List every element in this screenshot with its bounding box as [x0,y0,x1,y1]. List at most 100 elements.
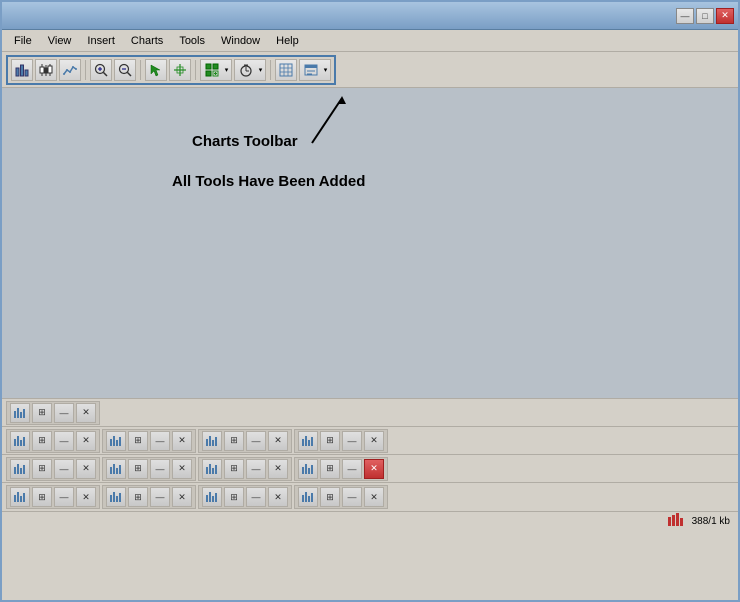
panel-chart-r2-4[interactable] [298,431,318,451]
crosshair-button[interactable] [169,59,191,81]
panel-restore-r2-1[interactable]: ⊞ [32,431,52,451]
panel-min-r2-1[interactable]: — [54,431,74,451]
panel-min-r3-2[interactable]: — [150,459,170,479]
panel-minimize-r1[interactable]: — [54,403,74,423]
menu-window[interactable]: Window [213,33,268,49]
minimize-button[interactable]: — [676,8,694,24]
main-content: Charts Toolbar All Tools Have Been Added [2,88,738,398]
panel-min-r2-4[interactable]: — [342,431,362,451]
panel-chart-r4-1[interactable] [10,487,30,507]
panel-close-r2-4[interactable]: ✕ [364,431,384,451]
panel-close-r4-3[interactable]: ✕ [268,487,288,507]
menu-view[interactable]: View [40,33,80,49]
timer-dropdown[interactable]: ▾ [256,59,266,81]
bar-chart-button[interactable] [11,59,33,81]
all-tools-label: All Tools Have Been Added [172,173,365,190]
panel-close-r2-1[interactable]: ✕ [76,431,96,451]
panel-group-r2-3: ⊞ — ✕ [198,429,292,453]
panel-restore-r4-3[interactable]: ⊞ [224,487,244,507]
zoom-in-button[interactable] [90,59,112,81]
panel-group-r3-2: ⊞ — ✕ [102,457,196,481]
panel-chart-r2-2[interactable] [106,431,126,451]
panel-restore-r2-2[interactable]: ⊞ [128,431,148,451]
status-chart-icon [668,513,684,530]
panel-min-r4-1[interactable]: — [54,487,74,507]
panel-restore-r4-4[interactable]: ⊞ [320,487,340,507]
panel-group-r2-2: ⊞ — ✕ [102,429,196,453]
panel-close-r3-1[interactable]: ✕ [76,459,96,479]
panel-close-r3-4-red[interactable]: ✕ [364,459,384,479]
bottom-row-3: ⊞ — ✕ ⊞ — ✕ ⊞ — ✕ ⊞ — ✕ [2,455,738,483]
panel-restore-r1[interactable]: ⊞ [32,403,52,423]
panel-min-r2-2[interactable]: — [150,431,170,451]
panel-chart-r3-2[interactable] [106,459,126,479]
panel-chart-r4-3[interactable] [202,487,222,507]
toolbar-sep-1 [85,60,86,80]
panel-restore-r3-2[interactable]: ⊞ [128,459,148,479]
panel-chart-icon-r1[interactable] [10,403,30,423]
add-chart-button[interactable] [200,59,222,81]
template-button[interactable] [299,59,321,81]
panel-restore-r2-4[interactable]: ⊞ [320,431,340,451]
toolbar-sep-2 [140,60,141,80]
panel-restore-r4-1[interactable]: ⊞ [32,487,52,507]
panel-chart-r3-3[interactable] [202,459,222,479]
add-chart-dropdown[interactable]: ▾ [222,59,232,81]
panel-min-r3-1[interactable]: — [54,459,74,479]
panel-close-r3-2[interactable]: ✕ [172,459,192,479]
panel-restore-r3-4[interactable]: ⊞ [320,459,340,479]
timer-group: ▾ [234,59,266,81]
status-memory: 388/1 kb [692,516,730,527]
toolbar-sep-3 [195,60,196,80]
timer-button[interactable] [234,59,256,81]
panel-min-r4-4[interactable]: — [342,487,362,507]
zoom-out-button[interactable] [114,59,136,81]
window-controls: — □ ✕ [676,8,734,24]
menu-file[interactable]: File [6,33,40,49]
panel-min-r3-4[interactable]: — [342,459,362,479]
panel-min-r4-3[interactable]: — [246,487,266,507]
panel-chart-r3-1[interactable] [10,459,30,479]
toolbar-section-main: ▾ ▾ [6,55,336,85]
panel-min-r3-3[interactable]: — [246,459,266,479]
panel-restore-r2-3[interactable]: ⊞ [224,431,244,451]
charts-toolbar: ▾ ▾ [2,52,738,88]
panel-group-r3-3: ⊞ — ✕ [198,457,292,481]
panel-chart-r2-3[interactable] [202,431,222,451]
panel-close-r3-3[interactable]: ✕ [268,459,288,479]
menu-insert[interactable]: Insert [79,33,123,49]
line-chart-button[interactable] [59,59,81,81]
panel-chart-r4-2[interactable] [106,487,126,507]
menu-tools[interactable]: Tools [171,33,213,49]
bottom-row-2: ⊞ — ✕ ⊞ — ✕ ⊞ — ✕ ⊞ — ✕ [2,427,738,455]
panel-close-r4-2[interactable]: ✕ [172,487,192,507]
panel-close-r4-4[interactable]: ✕ [364,487,384,507]
panel-close-r1[interactable]: ✕ [76,403,96,423]
candle-chart-button[interactable] [35,59,57,81]
menu-help[interactable]: Help [268,33,307,49]
menu-charts[interactable]: Charts [123,33,171,49]
add-chart-group: ▾ [200,59,232,81]
panel-min-r4-2[interactable]: — [150,487,170,507]
template-dropdown[interactable]: ▾ [321,59,331,81]
panel-group-r3-1: ⊞ — ✕ [6,457,100,481]
panel-close-r4-1[interactable]: ✕ [76,487,96,507]
bottom-panel: ⊞ — ✕ ⊞ — ✕ ⊞ — ✕ ⊞ — ✕ [2,398,738,511]
maximize-button[interactable]: □ [696,8,714,24]
grid-button[interactable] [275,59,297,81]
bottom-row-4: ⊞ — ✕ ⊞ — ✕ ⊞ — ✕ ⊞ — ✕ [2,483,738,511]
cursor-button[interactable] [145,59,167,81]
panel-chart-r4-4[interactable] [298,487,318,507]
panel-restore-r4-2[interactable]: ⊞ [128,487,148,507]
panel-chart-r3-4[interactable] [298,459,318,479]
close-button[interactable]: ✕ [716,8,734,24]
panel-restore-r3-3[interactable]: ⊞ [224,459,244,479]
panel-chart-r2-1[interactable] [10,431,30,451]
panel-close-r2-2[interactable]: ✕ [172,431,192,451]
charts-toolbar-label: Charts Toolbar [192,133,298,150]
panel-close-r2-3[interactable]: ✕ [268,431,288,451]
panel-restore-r3-1[interactable]: ⊞ [32,459,52,479]
panel-group-r2-4: ⊞ — ✕ [294,429,388,453]
panel-min-r2-3[interactable]: — [246,431,266,451]
toolbar-sep-4 [270,60,271,80]
